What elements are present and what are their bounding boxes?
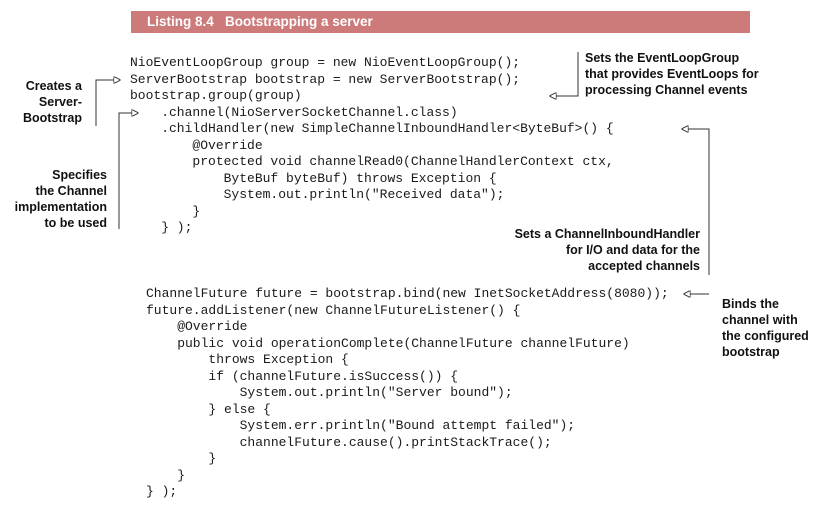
callout-line-sets-inbound-handler xyxy=(682,129,710,275)
callout-line-sets-event-loop-group xyxy=(550,52,579,96)
callout-line-creates-bootstrap xyxy=(95,80,120,126)
callout-line-specifies-channel xyxy=(118,113,138,229)
callout-lines xyxy=(95,52,710,514)
